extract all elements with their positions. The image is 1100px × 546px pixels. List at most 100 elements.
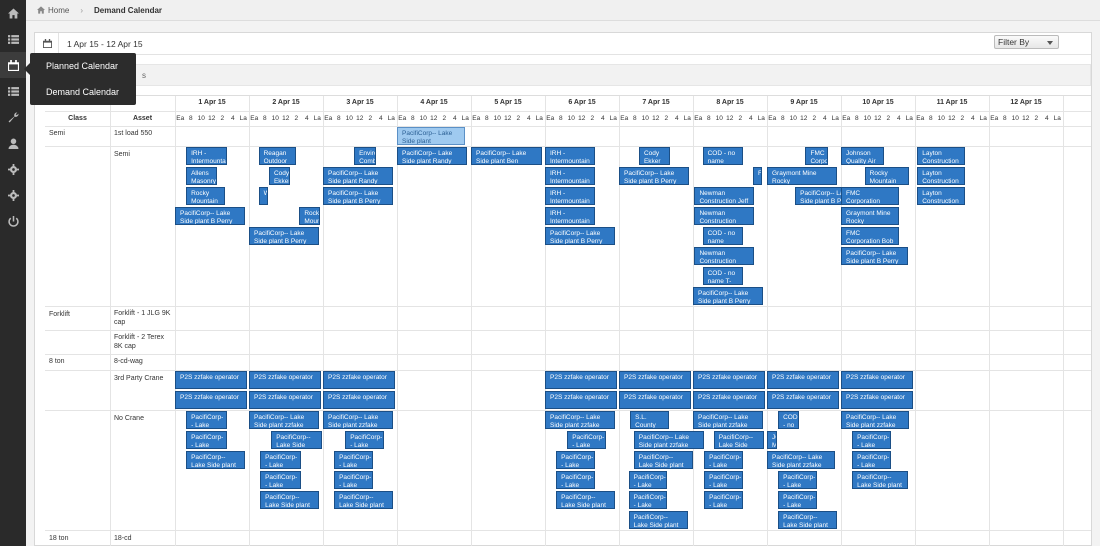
calendar-event[interactable]: PacifiCorp-- Lake Side plant zzfake <box>778 511 838 529</box>
menu-item-planned-calendar[interactable]: Planned Calendar <box>46 61 118 71</box>
calendar-event[interactable]: Allens Masonry <box>186 167 218 185</box>
calendar-event[interactable]: PacifiCorp-- Lake Side plant zzfake <box>186 451 246 469</box>
calendar-event[interactable]: PacifiCorp-- Lake Side plant zzfake <box>713 431 765 449</box>
calendar-event[interactable]: PacifiCorp-- Lake Side plant B Perry <box>323 187 394 205</box>
calendar-event[interactable]: PacifiCorp-- Lake Side <box>271 431 322 449</box>
calendar-event[interactable]: Newman Construction Jeff <box>694 187 754 205</box>
calendar-event[interactable]: P2S zzfake operator <box>249 371 321 389</box>
calendar-event[interactable]: Layton Construction <box>917 167 966 185</box>
calendar-event[interactable]: S.L. County <box>630 411 669 429</box>
calendar-event[interactable]: PacifiCorp-- Lake Side plant <box>633 451 693 469</box>
calendar-event[interactable]: PacifiCorp-- Lake <box>556 471 595 489</box>
calendar-event[interactable]: PacifiCorp-- Lake Side plant Randy <box>323 167 394 185</box>
calendar-event[interactable]: PacifiCorp-- Lake <box>628 491 668 509</box>
calendar-event[interactable]: PacifiCorp-- Lake Side plant zzfake <box>260 491 320 509</box>
calendar-event[interactable]: PacifiCorp-- Lake Side plant zzfake <box>556 491 616 509</box>
calendar-event[interactable]: FMC Corporation Randy <box>841 187 899 205</box>
calendar-event[interactable]: Rocky Mountain <box>864 167 910 185</box>
calendar-event[interactable]: PacifiCorp-- Lake Side plant B Perry <box>175 207 246 225</box>
calendar-event[interactable]: P2S zzfake operator <box>841 371 913 389</box>
calendar-event[interactable]: PacifiCorp-- Lake <box>334 451 373 469</box>
calendar-event[interactable]: W <box>258 187 268 205</box>
calendar-event[interactable]: PacifiCorp-- Lake Side plant <box>397 127 466 145</box>
calendar-event[interactable]: P2S zzfake operator <box>693 371 765 389</box>
list-icon[interactable] <box>0 78 26 104</box>
calendar-event[interactable]: Cody Ekker <box>638 147 671 165</box>
calendar-event[interactable]: PacifiCorp-- Lake Side plant B Perry <box>545 227 616 245</box>
calendar-event[interactable]: PacifiCorp-- Lake <box>778 491 817 509</box>
calendar-event[interactable]: PacifiCorp-- Lake Side plant Randy <box>397 147 467 165</box>
calendar-event[interactable]: Cody Ekker <box>268 167 290 185</box>
calendar-event[interactable]: PacifiCorp-- Lake <box>852 431 891 449</box>
calendar-event[interactable]: PacifiCorp-- Lake <box>556 451 595 469</box>
calendar-event[interactable]: PacifiCorp-- Lake Side plant Ben <box>471 147 543 165</box>
tab-partial[interactable]: s <box>142 71 146 80</box>
calendar-event[interactable]: PacifiCorp-- Lake <box>334 471 373 489</box>
home-icon[interactable] <box>37 6 45 14</box>
calendar-event[interactable]: IRH - Intermountain <box>545 207 596 225</box>
calendar-event[interactable]: PacifiCorp-- Lake <box>567 431 606 449</box>
calendar-event[interactable]: Newman Construction Josh <box>694 207 754 225</box>
calendar-event[interactable]: IRH - Intermountain <box>545 167 596 185</box>
calendar-event[interactable]: Layton Construction <box>917 187 966 205</box>
calendar-event[interactable]: COD - no name <box>702 147 744 165</box>
calendar-event[interactable]: PacifiCorp-- Lake Side plant B Perry <box>249 227 320 245</box>
calendar-event[interactable]: PacifiCorp-- Lake <box>704 471 743 489</box>
calendar-event[interactable]: PacifiCorp-- Lake Side plant zzfake <box>767 451 836 469</box>
home-icon[interactable] <box>0 0 26 26</box>
calendar-event[interactable]: Reagan Outdoor <box>258 147 296 165</box>
calendar-event[interactable]: PacifiCorp-- Lake <box>186 411 227 429</box>
calendar-event[interactable]: PacifiCorp-- Lake Side plant zzfake <box>693 411 764 429</box>
calendar-event[interactable]: Enviro Comb <box>354 147 377 165</box>
menu-item-demand-calendar[interactable]: Demand Calendar <box>46 87 119 97</box>
calendar-icon[interactable] <box>0 52 26 78</box>
calendar-event[interactable]: COD - no name <box>702 227 744 245</box>
calendar-event[interactable]: PacifiCorp-- Lake Side plant zzfake <box>628 511 688 529</box>
calendar-event[interactable]: PacifiCorp-- Lake Side plant zzfake <box>249 411 320 429</box>
calendar-event[interactable]: PacifiCorp-- Lake Side plant zzfake <box>334 491 394 509</box>
calendar-event[interactable]: Rocky Moun <box>299 207 321 225</box>
calendar-event[interactable]: Layton Construction <box>917 147 966 165</box>
calendar-event[interactable]: PacifiCorp-- Lake Side plant zzfake <box>633 431 705 449</box>
calendar-event[interactable]: PacifiCorp-- Lake <box>186 431 227 449</box>
calendar-event[interactable]: P2S zzfake operator <box>841 391 913 409</box>
calendar-event[interactable]: Johnson Quality Air <box>841 147 884 165</box>
calendar-event[interactable]: Rocky Mountain <box>186 187 225 205</box>
calendar-event[interactable]: P2S zzfake operator <box>619 391 691 409</box>
calendar-event[interactable]: PacifiCorp-- Lake Side plant B Perry <box>619 167 690 185</box>
calendar-event[interactable]: P2S zzfake operator <box>175 371 247 389</box>
calendar-event[interactable]: P2S zzfake operator <box>323 391 395 409</box>
calendar-event[interactable]: PacifiCorp-- Lake Side plant zzfake <box>841 411 910 429</box>
calendar-event[interactable]: Graymont Mine Rocky <box>841 207 899 225</box>
calendar-event[interactable]: PacifiCorp-- Lake <box>778 471 817 489</box>
calendar-event[interactable]: P2S zzfake operator <box>693 391 765 409</box>
calendar-event[interactable]: JC M <box>767 431 777 449</box>
calendar-event[interactable]: COD - no name T- <box>702 267 744 285</box>
calendar-event[interactable]: PacifiCorp-- Lake Side plant zzfake <box>852 471 909 489</box>
calendar-event[interactable]: Newman Construction <box>694 247 754 265</box>
breadcrumb-home[interactable]: Home <box>48 6 69 15</box>
wrench-icon[interactable] <box>0 104 26 130</box>
calendar-event[interactable]: P2S zzfake operator <box>545 391 617 409</box>
user-icon[interactable] <box>0 130 26 156</box>
calendar-event[interactable]: COD - no <box>778 411 799 429</box>
calendar-event[interactable]: PacifiCorp-- Lake Side plant zzfake <box>545 411 616 429</box>
calendar-event[interactable]: PacifiCorp-- Lake <box>345 431 384 449</box>
calendar-event[interactable]: PacifiCorp-- Lake <box>852 451 891 469</box>
calendar-event[interactable]: FMC Corpo <box>805 147 828 165</box>
calendar-event[interactable]: IRH - Intermountain <box>186 147 227 165</box>
calendar-event[interactable]: PacifiCorp-- Lake <box>260 451 301 469</box>
calendar-event[interactable]: IRH - Intermountain <box>545 187 596 205</box>
calendar-event[interactable]: PacifiCorp-- Lake Side plant B Perry <box>693 287 764 305</box>
calendar-event[interactable]: FMC Corporation Bob S <box>841 227 899 245</box>
calendar-event[interactable]: Graymont Mine Rocky <box>767 167 838 185</box>
calendar-event[interactable]: P2S zzfake operator <box>767 391 839 409</box>
list-icon[interactable] <box>0 26 26 52</box>
calendar-event[interactable]: P2S zzfake operator <box>619 371 691 389</box>
calendar-event[interactable]: P2S zzfake operator <box>249 391 321 409</box>
gear-icon[interactable] <box>0 156 26 182</box>
calendar-event[interactable]: PacifiCorp-- Lake <box>704 451 743 469</box>
power-icon[interactable] <box>0 208 26 234</box>
calendar-event[interactable]: PacifiCorp-- Lake <box>628 471 668 489</box>
calendar-event[interactable]: PacifiCorp-- Lake <box>260 471 301 489</box>
